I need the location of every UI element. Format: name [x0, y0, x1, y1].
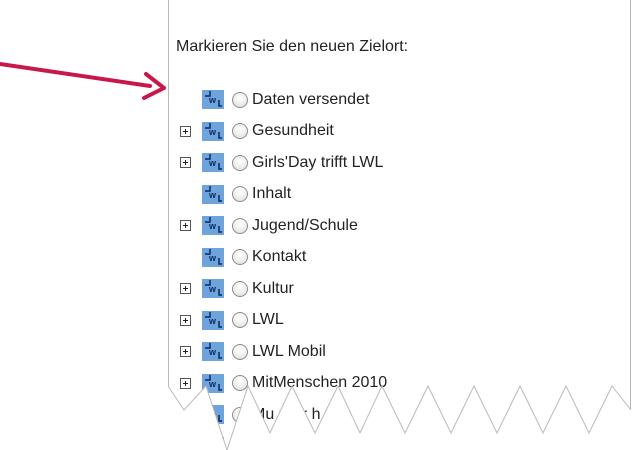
arrow-icon	[0, 62, 166, 100]
screenshot-canvas: Markieren Sie den neuen Zielort: w Daten…	[0, 0, 635, 450]
